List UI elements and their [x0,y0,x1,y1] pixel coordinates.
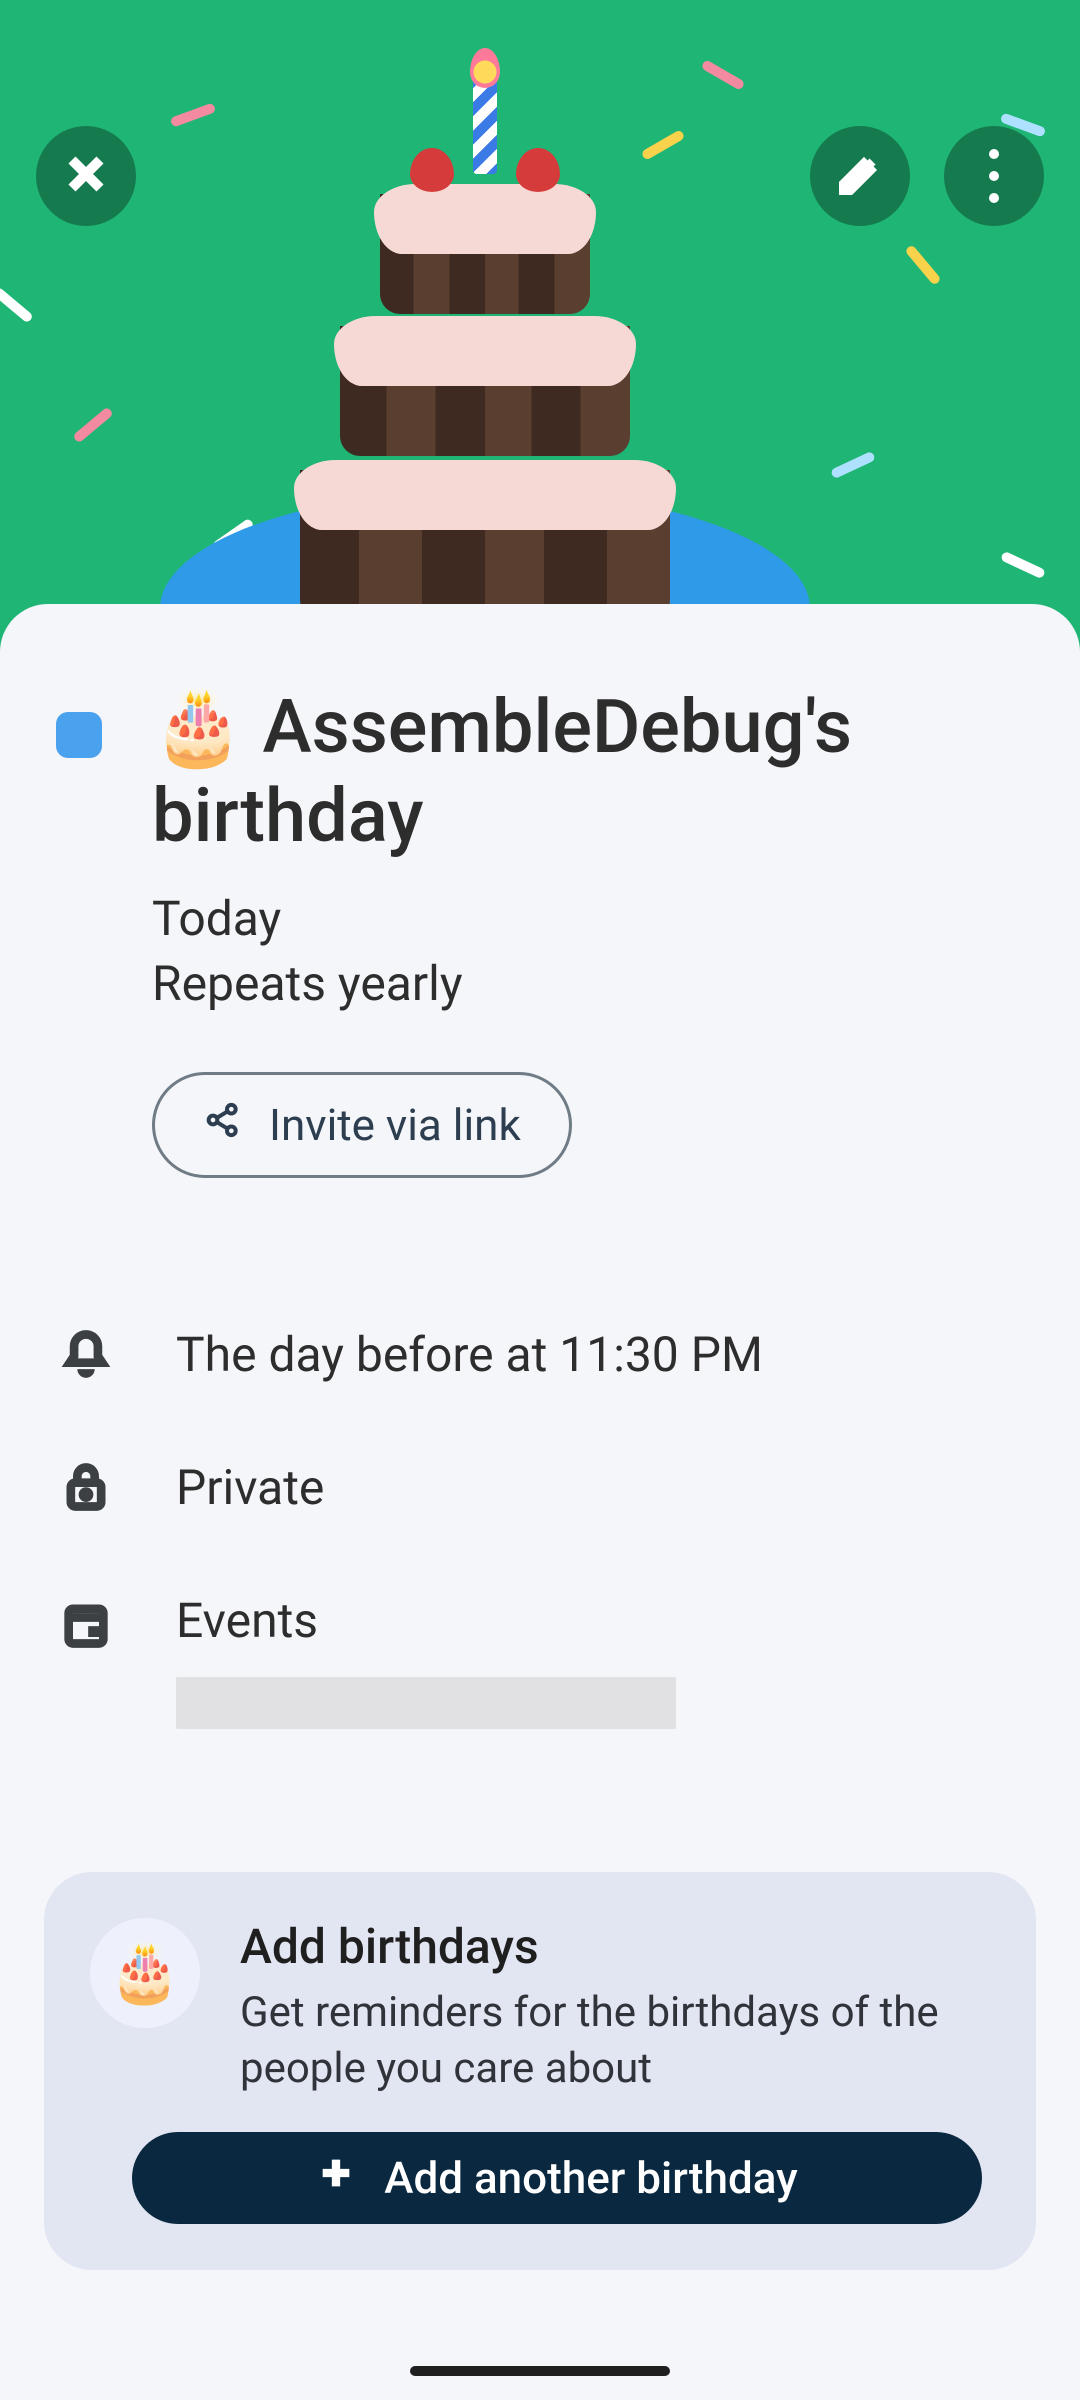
lock-icon [56,1461,116,1513]
pencil-icon [836,150,884,202]
add-birthdays-promo: 🎂 Add birthdays Get reminders for the bi… [44,1872,1036,2270]
cake-illustration [300,220,670,620]
edit-button[interactable] [810,126,910,226]
add-another-birthday-button[interactable]: Add another birthday [132,2132,982,2224]
close-icon [62,150,110,202]
plus-icon [316,2152,356,2204]
close-button[interactable] [36,126,136,226]
more-options-button[interactable] [944,126,1044,226]
calendar-icon [56,1598,116,1650]
visibility-row[interactable]: Private [56,1421,1024,1554]
more-vert-icon [989,143,999,209]
event-date: Today [152,890,1024,947]
cake-icon: 🎂 [90,1918,200,2028]
calendar-row[interactable]: Events [56,1554,1024,1767]
invite-via-link-button[interactable]: Invite via link [152,1072,572,1178]
promo-button-label: Add another birthday [384,2152,797,2204]
event-recurrence: Repeats yearly [152,955,1024,1012]
invite-label: Invite via link [269,1099,521,1151]
calendar-account-redacted [176,1677,676,1729]
calendar-color-chip[interactable] [56,712,102,758]
gesture-nav-pill[interactable] [410,2366,670,2376]
reminder-text: The day before at 11:30 PM [176,1326,763,1383]
visibility-text: Private [176,1459,324,1516]
promo-body: Get reminders for the birthdays of the p… [240,1985,990,2098]
reminder-row[interactable]: The day before at 11:30 PM [56,1288,1024,1421]
calendar-name: Events [176,1592,676,1649]
promo-heading: Add birthdays [240,1918,990,1975]
bell-icon [56,1328,116,1380]
event-title: 🎂 AssembleDebug's birthday [152,684,1024,862]
event-hero-image [0,0,1080,660]
share-icon [203,1099,243,1151]
